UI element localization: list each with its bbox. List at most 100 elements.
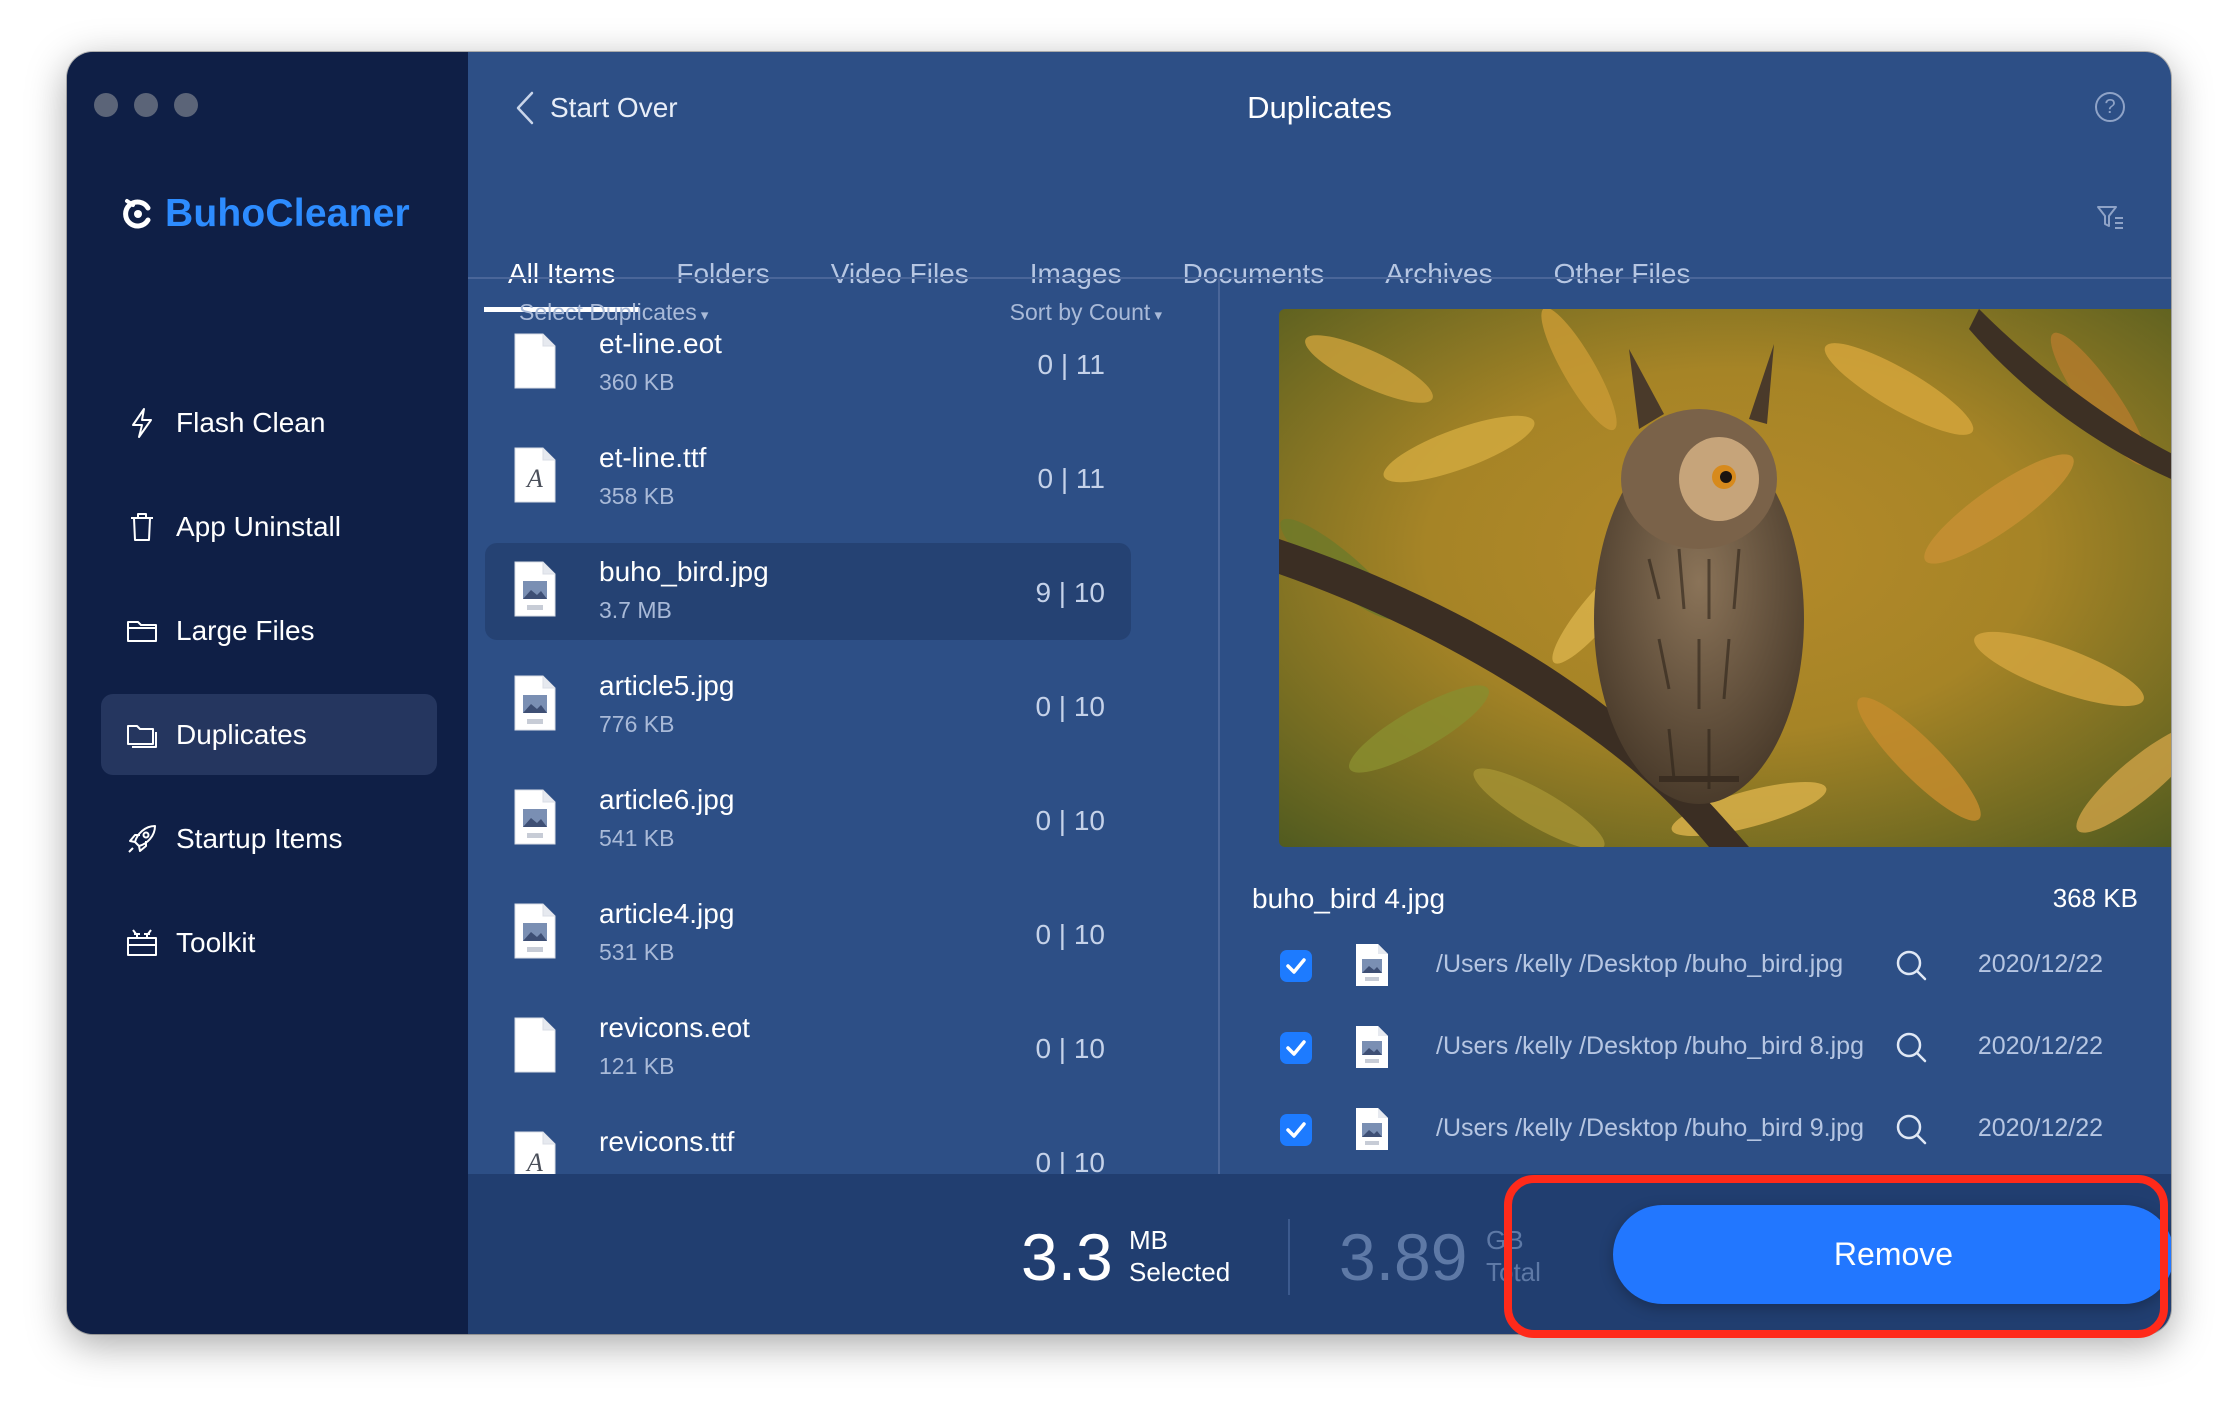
window-controls [94, 93, 198, 117]
page-title: Duplicates [1247, 90, 1392, 125]
search-icon[interactable] [1894, 948, 1928, 982]
sidebar-item-flash-clean[interactable]: Flash Clean [101, 382, 437, 463]
selected-label: Selected [1129, 1257, 1231, 1287]
sidebar-item-label: Large Files [176, 614, 315, 646]
duplicate-checkbox[interactable] [1280, 1114, 1312, 1146]
search-icon[interactable] [1894, 1112, 1928, 1146]
brand: BuhoCleaner [121, 192, 410, 236]
image-file-icon [514, 561, 556, 617]
app-window: BuhoCleaner Flash Clean App Uninstall La… [67, 52, 2171, 1334]
list-item[interactable]: article6.jpg 541 KB 0 | 10 [485, 771, 1131, 868]
duplicate-path-row: /Users /kelly /Desktop /buho_bird 9.jpg … [1280, 1100, 2103, 1160]
duplicate-path-row: /Users /kelly /Desktop /buho_bird.jpg 20… [1280, 936, 2103, 996]
duplicate-count: 0 | 10 [1035, 1033, 1105, 1064]
image-file-icon [1356, 1026, 1388, 1068]
file-size: 531 KB [599, 939, 675, 965]
file-size: 358 KB [599, 483, 675, 509]
duplicate-count: 9 | 10 [1035, 577, 1105, 608]
list-item[interactable]: buho_bird.jpg 3.7 MB 9 | 10 [485, 543, 1131, 640]
list-item[interactable]: revicons.eot 121 KB 0 | 10 [485, 999, 1131, 1096]
preview-file-size: 368 KB [2052, 883, 2138, 913]
list-item[interactable]: article5.jpg 776 KB 0 | 10 [485, 657, 1131, 754]
list-item[interactable]: A et-line.ttf 358 KB 0 | 11 [485, 429, 1131, 526]
duplicate-checkbox[interactable] [1280, 950, 1312, 982]
duplicate-path: /Users /kelly /Desktop /buho_bird 9.jpg [1436, 1114, 1864, 1142]
duplicates-list: et-line.eot 360 KB 0 | 11 A et-line.ttf … [485, 315, 1131, 1226]
duplicates-list-pane: Select Duplicates Sort by Count et-line.… [468, 279, 1220, 1226]
image-file-icon [514, 675, 556, 731]
file-name: buho_bird.jpg [599, 556, 769, 587]
file-name: et-line.eot [599, 328, 722, 359]
svg-text:A: A [525, 464, 543, 493]
toolbox-icon [127, 928, 157, 956]
sidebar-item-startup-items[interactable]: Startup Items [101, 798, 437, 879]
owl-photo-preview[interactable] [1279, 309, 2171, 847]
duplicate-count: 0 | 10 [1035, 805, 1105, 836]
file-size: 776 KB [599, 711, 675, 737]
zoom-window-button[interactable] [174, 93, 198, 117]
file-name: revicons.ttf [599, 1126, 735, 1157]
total-size-value: 3.89 [1339, 1220, 1468, 1294]
selected-size-unit: MB Selected [1129, 1224, 1230, 1288]
file-name: revicons.eot [599, 1012, 750, 1043]
sidebar-item-duplicates[interactable]: Duplicates [101, 694, 437, 775]
sidebar-item-label: Toolkit [176, 926, 256, 958]
rocket-icon [128, 824, 156, 853]
duplicate-count: 0 | 11 [1037, 349, 1105, 380]
sidebar-item-toolkit[interactable]: Toolkit [101, 902, 437, 983]
selected-unit: MB [1129, 1225, 1168, 1255]
file-name: article6.jpg [599, 784, 735, 815]
duplicate-checkbox[interactable] [1280, 1032, 1312, 1064]
minimize-window-button[interactable] [134, 93, 158, 117]
image-file-icon [1356, 944, 1388, 986]
buho-logo-icon [123, 199, 151, 229]
remove-button-highlight [1504, 1175, 2168, 1338]
help-icon[interactable]: ? [2095, 92, 2125, 122]
image-file-icon [514, 903, 556, 959]
file-size: 3.7 MB [599, 597, 672, 623]
filter-icon[interactable] [2095, 202, 2125, 232]
sidebar-item-label: Flash Clean [176, 406, 326, 438]
duplicate-date: 2020/12/22 [1977, 1114, 2103, 1142]
sidebar-item-label: Startup Items [176, 822, 343, 854]
file-name: et-line.ttf [599, 442, 707, 473]
lightning-icon [132, 407, 152, 438]
file-size: 360 KB [599, 369, 675, 395]
duplicate-count: 0 | 10 [1035, 691, 1105, 722]
file-name: article5.jpg [599, 670, 735, 701]
list-item[interactable]: et-line.eot 360 KB 0 | 11 [485, 315, 1131, 412]
duplicate-path: /Users /kelly /Desktop /buho_bird.jpg [1436, 950, 1844, 978]
image-file-icon [1356, 1108, 1388, 1150]
preview-pane: buho_bird 4.jpg 368 KB /Users /kelly /De… [1220, 279, 2171, 1226]
image-file-icon [514, 789, 556, 845]
duplicate-date: 2020/12/22 [1977, 1032, 2103, 1060]
trash-icon [131, 512, 153, 541]
duplicate-path-row: /Users /kelly /Desktop /buho_bird 8.jpg … [1280, 1018, 2103, 1078]
blank-file-icon [514, 333, 556, 389]
duplicate-folder-icon [127, 724, 157, 748]
svg-text:A: A [525, 1148, 543, 1177]
checkmark-icon [1286, 1040, 1306, 1056]
search-icon[interactable] [1894, 1030, 1928, 1064]
preview-file-name: buho_bird 4.jpg [1252, 883, 1446, 914]
sidebar-nav: Flash Clean App Uninstall Large Files Du… [101, 382, 437, 1006]
font-file-icon: A [514, 447, 556, 503]
checkmark-icon [1286, 958, 1306, 974]
footer-divider [1288, 1219, 1290, 1295]
duplicate-count: 0 | 10 [1035, 919, 1105, 950]
main-panel: Start Over Duplicates ? All Items Folder… [468, 52, 2171, 1334]
sidebar-item-app-uninstall[interactable]: App Uninstall [101, 486, 437, 567]
duplicate-count: 0 | 11 [1037, 463, 1105, 494]
sidebar: BuhoCleaner Flash Clean App Uninstall La… [67, 52, 468, 1334]
sidebar-item-large-files[interactable]: Large Files [101, 590, 437, 671]
duplicate-path: /Users /kelly /Desktop /buho_bird 8.jpg [1436, 1032, 1864, 1060]
list-item[interactable]: article4.jpg 531 KB 0 | 10 [485, 885, 1131, 982]
file-name: article4.jpg [599, 898, 735, 929]
checkmark-icon [1286, 1122, 1306, 1138]
file-size: 121 KB [599, 1053, 675, 1079]
folder-icon [127, 620, 157, 642]
selected-size-value: 3.3 [1021, 1220, 1113, 1294]
top-bar: Start Over Duplicates ? [468, 52, 2171, 172]
close-window-button[interactable] [94, 93, 118, 117]
sidebar-item-label: Duplicates [176, 718, 307, 750]
